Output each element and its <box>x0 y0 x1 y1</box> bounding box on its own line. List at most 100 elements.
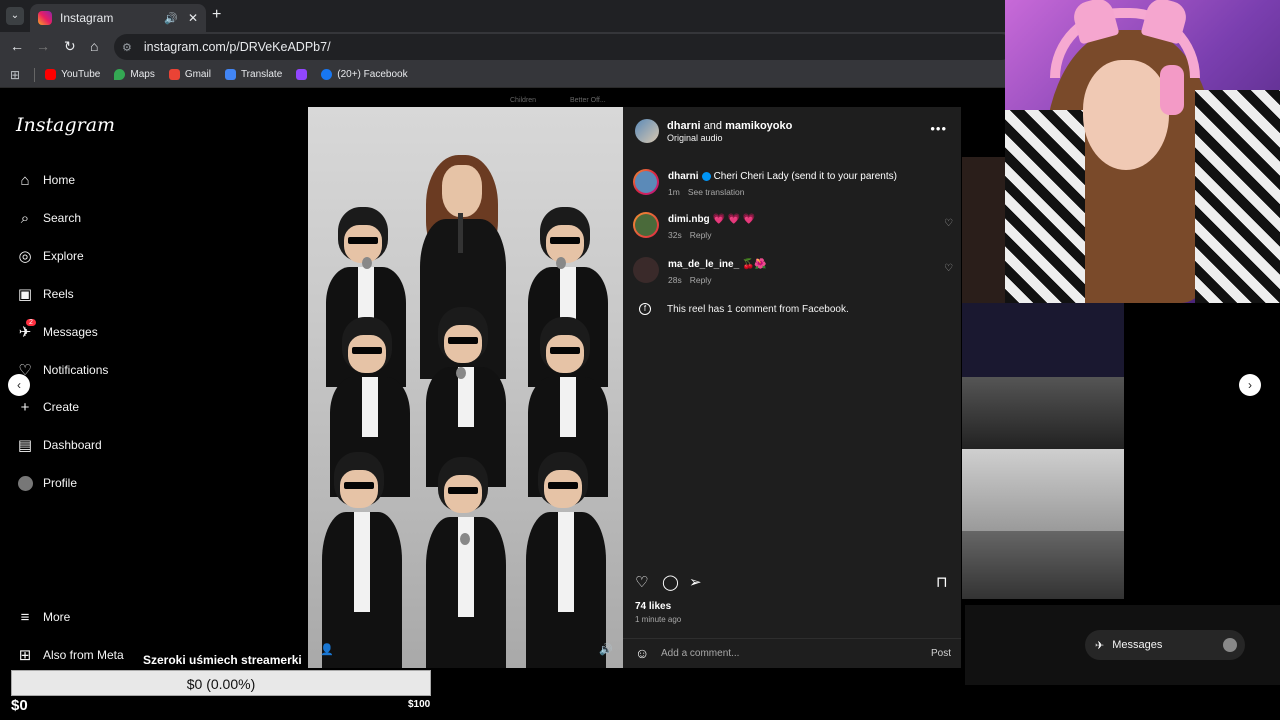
comment-input[interactable]: Add a comment... <box>661 648 739 659</box>
previous-post-button[interactable]: ‹ <box>8 374 30 396</box>
reply-link[interactable]: Reply <box>690 275 712 285</box>
bookmark-label: Translate <box>240 69 283 80</box>
close-tab-icon[interactable]: ✕ <box>188 11 198 25</box>
caption-user[interactable]: dharni <box>668 171 699 182</box>
next-post-button[interactable]: › <box>1239 374 1261 396</box>
caption-text-row: dharni Cheri Cheri Lady (send it to your … <box>668 171 897 182</box>
messages-floating-button[interactable]: ✈ Messages <box>1085 630 1245 660</box>
bookmark-maps[interactable]: Maps <box>114 69 155 80</box>
comment-bubble-icon[interactable]: ◯ <box>662 573 679 591</box>
sidebar-item-messages[interactable]: ✈ 2 Messages <box>16 319 98 341</box>
thumbnail[interactable] <box>962 303 1124 377</box>
bookmark-gmail[interactable]: Gmail <box>168 69 211 80</box>
sidebar-item-create[interactable]: + Create <box>16 398 79 416</box>
maps-pin-icon <box>114 69 126 80</box>
tagged-user-icon[interactable]: 👤 <box>320 643 334 656</box>
see-translation-link[interactable]: See translation <box>688 187 745 197</box>
sidebar-item-notifications[interactable]: ♡ Notifications <box>16 361 108 379</box>
bookmark-facebook[interactable]: (20+) Facebook <box>321 69 408 80</box>
speaker-icon[interactable]: 🔊 <box>164 12 178 25</box>
gmail-icon <box>168 69 180 80</box>
sidebar-item-dashboard[interactable]: ▤ Dashboard <box>16 436 102 454</box>
author-2[interactable]: mamikoyoko <box>725 120 792 132</box>
instagram-logo[interactable]: Instagram <box>16 114 115 136</box>
site-info-icon[interactable]: ⚙ <box>122 41 132 54</box>
comment-avatar[interactable] <box>633 257 659 283</box>
post-modal: 👤 🔊 dharni and mamikoyoko Original audio… <box>308 107 961 668</box>
reels-icon: ▣ <box>17 286 33 303</box>
comment-text: 🍒🌺 <box>741 259 767 270</box>
address-bar[interactable]: ⚙ instagram.com/p/DRVeKeADPb7/ <box>114 34 1014 60</box>
author-avatar[interactable] <box>635 119 659 143</box>
verified-badge-icon <box>701 171 711 181</box>
comment-meta: 32s Reply <box>668 230 719 240</box>
thumbnail[interactable] <box>962 531 1124 599</box>
like-heart-icon[interactable]: ♡ <box>635 573 648 591</box>
sidebar-item-home[interactable]: ⌂ Home <box>16 171 75 189</box>
goal-max: $100 <box>408 699 431 710</box>
sidebar-item-explore[interactable]: ◎ Explore <box>16 247 84 265</box>
divider <box>34 67 36 82</box>
like-comment-icon[interactable]: ♡ <box>944 218 953 229</box>
goal-title: Szeroki uśmiech streamerki <box>143 653 302 667</box>
thumbnail[interactable] <box>962 449 1124 531</box>
reload-icon[interactable]: ↻ <box>64 38 76 55</box>
sidebar-item-label: Reels <box>43 287 74 301</box>
sidebar-item-search[interactable]: ⌕ Search <box>16 209 81 227</box>
volume-icon[interactable]: 🔊 <box>599 643 613 656</box>
comment-user[interactable]: ma_de_le_ine_ <box>668 259 739 270</box>
audio-label[interactable]: Original audio <box>667 133 723 143</box>
post-authors: dharni and mamikoyoko <box>667 120 792 132</box>
post-timestamp: 1 minute ago <box>635 615 682 624</box>
back-icon[interactable]: ← <box>10 38 24 54</box>
reply-link[interactable]: Reply <box>690 230 712 240</box>
new-tab-button[interactable]: + <box>212 6 221 24</box>
avatar <box>1223 638 1237 652</box>
author-1[interactable]: dharni <box>667 120 701 132</box>
like-comment-icon[interactable]: ♡ <box>944 263 953 274</box>
comment-user[interactable]: dimi.nbg <box>668 214 710 225</box>
sidebar-item-label: Search <box>43 211 82 225</box>
comment-avatar[interactable] <box>633 212 659 238</box>
webcam-sweater-left <box>1005 110 1085 303</box>
comment-text-row: dimi.nbg 💗 💗 💗 <box>668 214 755 225</box>
sidebar-item-label: More <box>43 610 71 624</box>
bookmark-twitch[interactable] <box>296 69 308 80</box>
messages-pill-label: Messages <box>1112 639 1163 651</box>
story-hint: Better Off... <box>570 97 606 104</box>
caption-avatar[interactable] <box>633 169 659 195</box>
comment-text-row: ma_de_le_ine_ 🍒🌺 <box>668 259 767 270</box>
thumbnail[interactable] <box>962 377 1124 449</box>
more-options-icon[interactable]: ••• <box>930 121 947 136</box>
streamer-webcam <box>1005 0 1280 303</box>
bookmark-youtube[interactable]: YouTube <box>45 69 100 80</box>
goal-progress-text: $0 (0.00%) <box>186 676 256 692</box>
sidebar-item-label: Dashboard <box>43 438 102 452</box>
tab-search-button[interactable]: ⌄ <box>6 7 24 25</box>
comments-panel: dharni and mamikoyoko Original audio •••… <box>623 107 961 668</box>
home-browser-icon[interactable]: ⌂ <box>90 38 98 54</box>
instagram-favicon-icon <box>38 11 52 25</box>
likes-count[interactable]: 74 likes <box>635 601 671 612</box>
comment-time: 32s <box>668 230 682 240</box>
search-icon: ⌕ <box>20 209 30 227</box>
apps-grid-icon[interactable]: ⊞ <box>10 68 20 82</box>
sidebar-item-label: Explore <box>43 249 84 263</box>
post-comment-button[interactable]: Post <box>931 648 951 659</box>
sidebar-item-also-from-meta[interactable]: ⊞ Also from Meta <box>16 646 124 664</box>
goal-progress-bar: $0 (0.00%) <box>11 670 431 696</box>
emoji-icon[interactable]: ☺ <box>635 645 649 661</box>
comment-text: 💗 💗 💗 <box>712 214 756 225</box>
sidebar-item-more[interactable]: ≡ More <box>16 608 71 626</box>
compass-icon: ◎ <box>18 248 32 265</box>
caption-meta: 1m See translation <box>668 187 753 197</box>
messenger-icon: ✈ 2 <box>16 319 36 341</box>
tab-instagram[interactable]: Instagram 🔊 ✕ <box>30 4 206 32</box>
bookmark-icon[interactable]: ⊓ <box>936 573 948 591</box>
sidebar-item-profile[interactable]: Profile <box>16 474 77 492</box>
share-send-icon[interactable]: ➢ <box>689 573 702 591</box>
sidebar-item-reels[interactable]: ▣ Reels <box>16 285 74 303</box>
reel-video[interactable]: 👤 🔊 <box>308 107 623 668</box>
bookmark-translate[interactable]: Translate <box>224 69 283 80</box>
forward-icon[interactable]: → <box>36 38 50 54</box>
